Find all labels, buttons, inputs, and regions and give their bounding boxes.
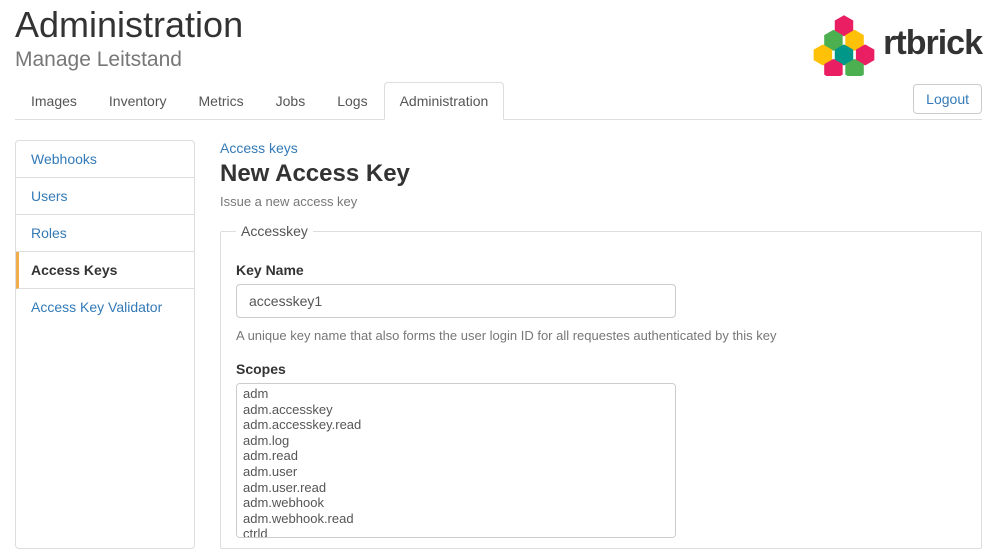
scope-option[interactable]: adm.user [243,464,675,480]
scopes-label: Scopes [236,361,966,377]
scope-option[interactable]: adm.read [243,448,675,464]
key-name-input[interactable] [236,284,676,318]
tab-metrics[interactable]: Metrics [183,82,260,120]
scope-option[interactable]: adm [243,386,675,402]
brand-logo: rtbrick [811,4,982,76]
scope-option[interactable]: adm.webhook.read [243,511,675,527]
content-title: New Access Key [220,160,982,188]
fieldset-legend: Accesskey [236,223,313,239]
breadcrumb[interactable]: Access keys [220,140,298,156]
main-tabs: ImagesInventoryMetricsJobsLogsAdministra… [15,82,504,119]
sidebar: WebhooksUsersRolesAccess KeysAccess Key … [15,140,195,549]
sidebar-item-access-key-validator[interactable]: Access Key Validator [16,289,194,325]
logout-button[interactable]: Logout [913,84,982,114]
sidebar-item-users[interactable]: Users [16,178,194,215]
scope-option[interactable]: ctrld [243,526,675,538]
scopes-select[interactable]: admadm.accesskeyadm.accesskey.readadm.lo… [236,383,676,538]
content-description: Issue a new access key [220,194,982,209]
scope-option[interactable]: adm.user.read [243,480,675,496]
scope-option[interactable]: adm.accesskey [243,402,675,418]
tab-jobs[interactable]: Jobs [260,82,322,120]
sidebar-item-webhooks[interactable]: Webhooks [16,141,194,178]
key-name-help: A unique key name that also forms the us… [236,328,966,343]
tab-logs[interactable]: Logs [321,82,383,120]
rtbrick-logo-icon [811,10,877,76]
accesskey-fieldset: Accesskey Key Name A unique key name tha… [220,223,982,549]
tab-inventory[interactable]: Inventory [93,82,183,120]
sidebar-item-roles[interactable]: Roles [16,215,194,252]
tab-administration[interactable]: Administration [384,82,505,120]
scope-option[interactable]: adm.log [243,433,675,449]
brand-name: rtbrick [883,24,982,63]
key-name-label: Key Name [236,262,966,278]
tab-images[interactable]: Images [15,82,93,120]
sidebar-item-access-keys[interactable]: Access Keys [16,252,194,289]
page-subtitle: Manage Leitstand [15,48,243,72]
page-title: Administration [15,4,243,46]
scope-option[interactable]: adm.accesskey.read [243,417,675,433]
